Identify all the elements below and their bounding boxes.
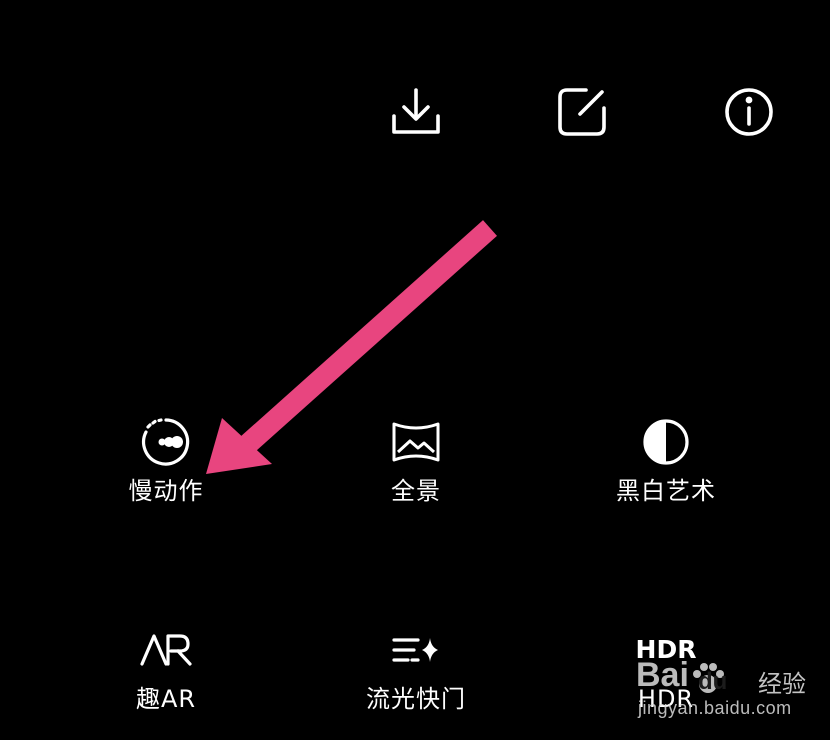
mode-slow-motion[interactable]: 慢动作: [66, 414, 266, 506]
mode-label: 全景: [391, 477, 441, 505]
mode-ar[interactable]: 趣AR: [66, 622, 266, 714]
watermark-brand: Bai: [636, 656, 689, 694]
panorama-icon: [388, 414, 444, 470]
watermark: Bai du 经验 jingyan.baidu.com: [632, 652, 822, 732]
watermark-brand-suffix: du: [698, 668, 728, 695]
edit-icon[interactable]: [556, 86, 608, 138]
mode-label: 趣AR: [135, 685, 197, 713]
watermark-url: jingyan.baidu.com: [638, 698, 792, 718]
mode-label: 慢动作: [128, 477, 204, 505]
mode-panorama[interactable]: 全景: [316, 414, 516, 506]
bw-art-icon: [638, 414, 694, 470]
mode-bw-art[interactable]: 黑白艺术: [566, 414, 766, 506]
info-icon[interactable]: [723, 86, 775, 138]
mode-light-painting[interactable]: 流光快门: [316, 622, 516, 714]
download-icon[interactable]: [390, 86, 442, 138]
ar-icon: [138, 622, 194, 678]
mode-label: 黑白艺术: [616, 477, 716, 505]
watermark-jingyan: 经验: [758, 670, 806, 698]
mode-label: 流光快门: [366, 685, 466, 713]
slow-motion-icon: [138, 414, 194, 470]
light-painting-icon: [388, 622, 444, 678]
